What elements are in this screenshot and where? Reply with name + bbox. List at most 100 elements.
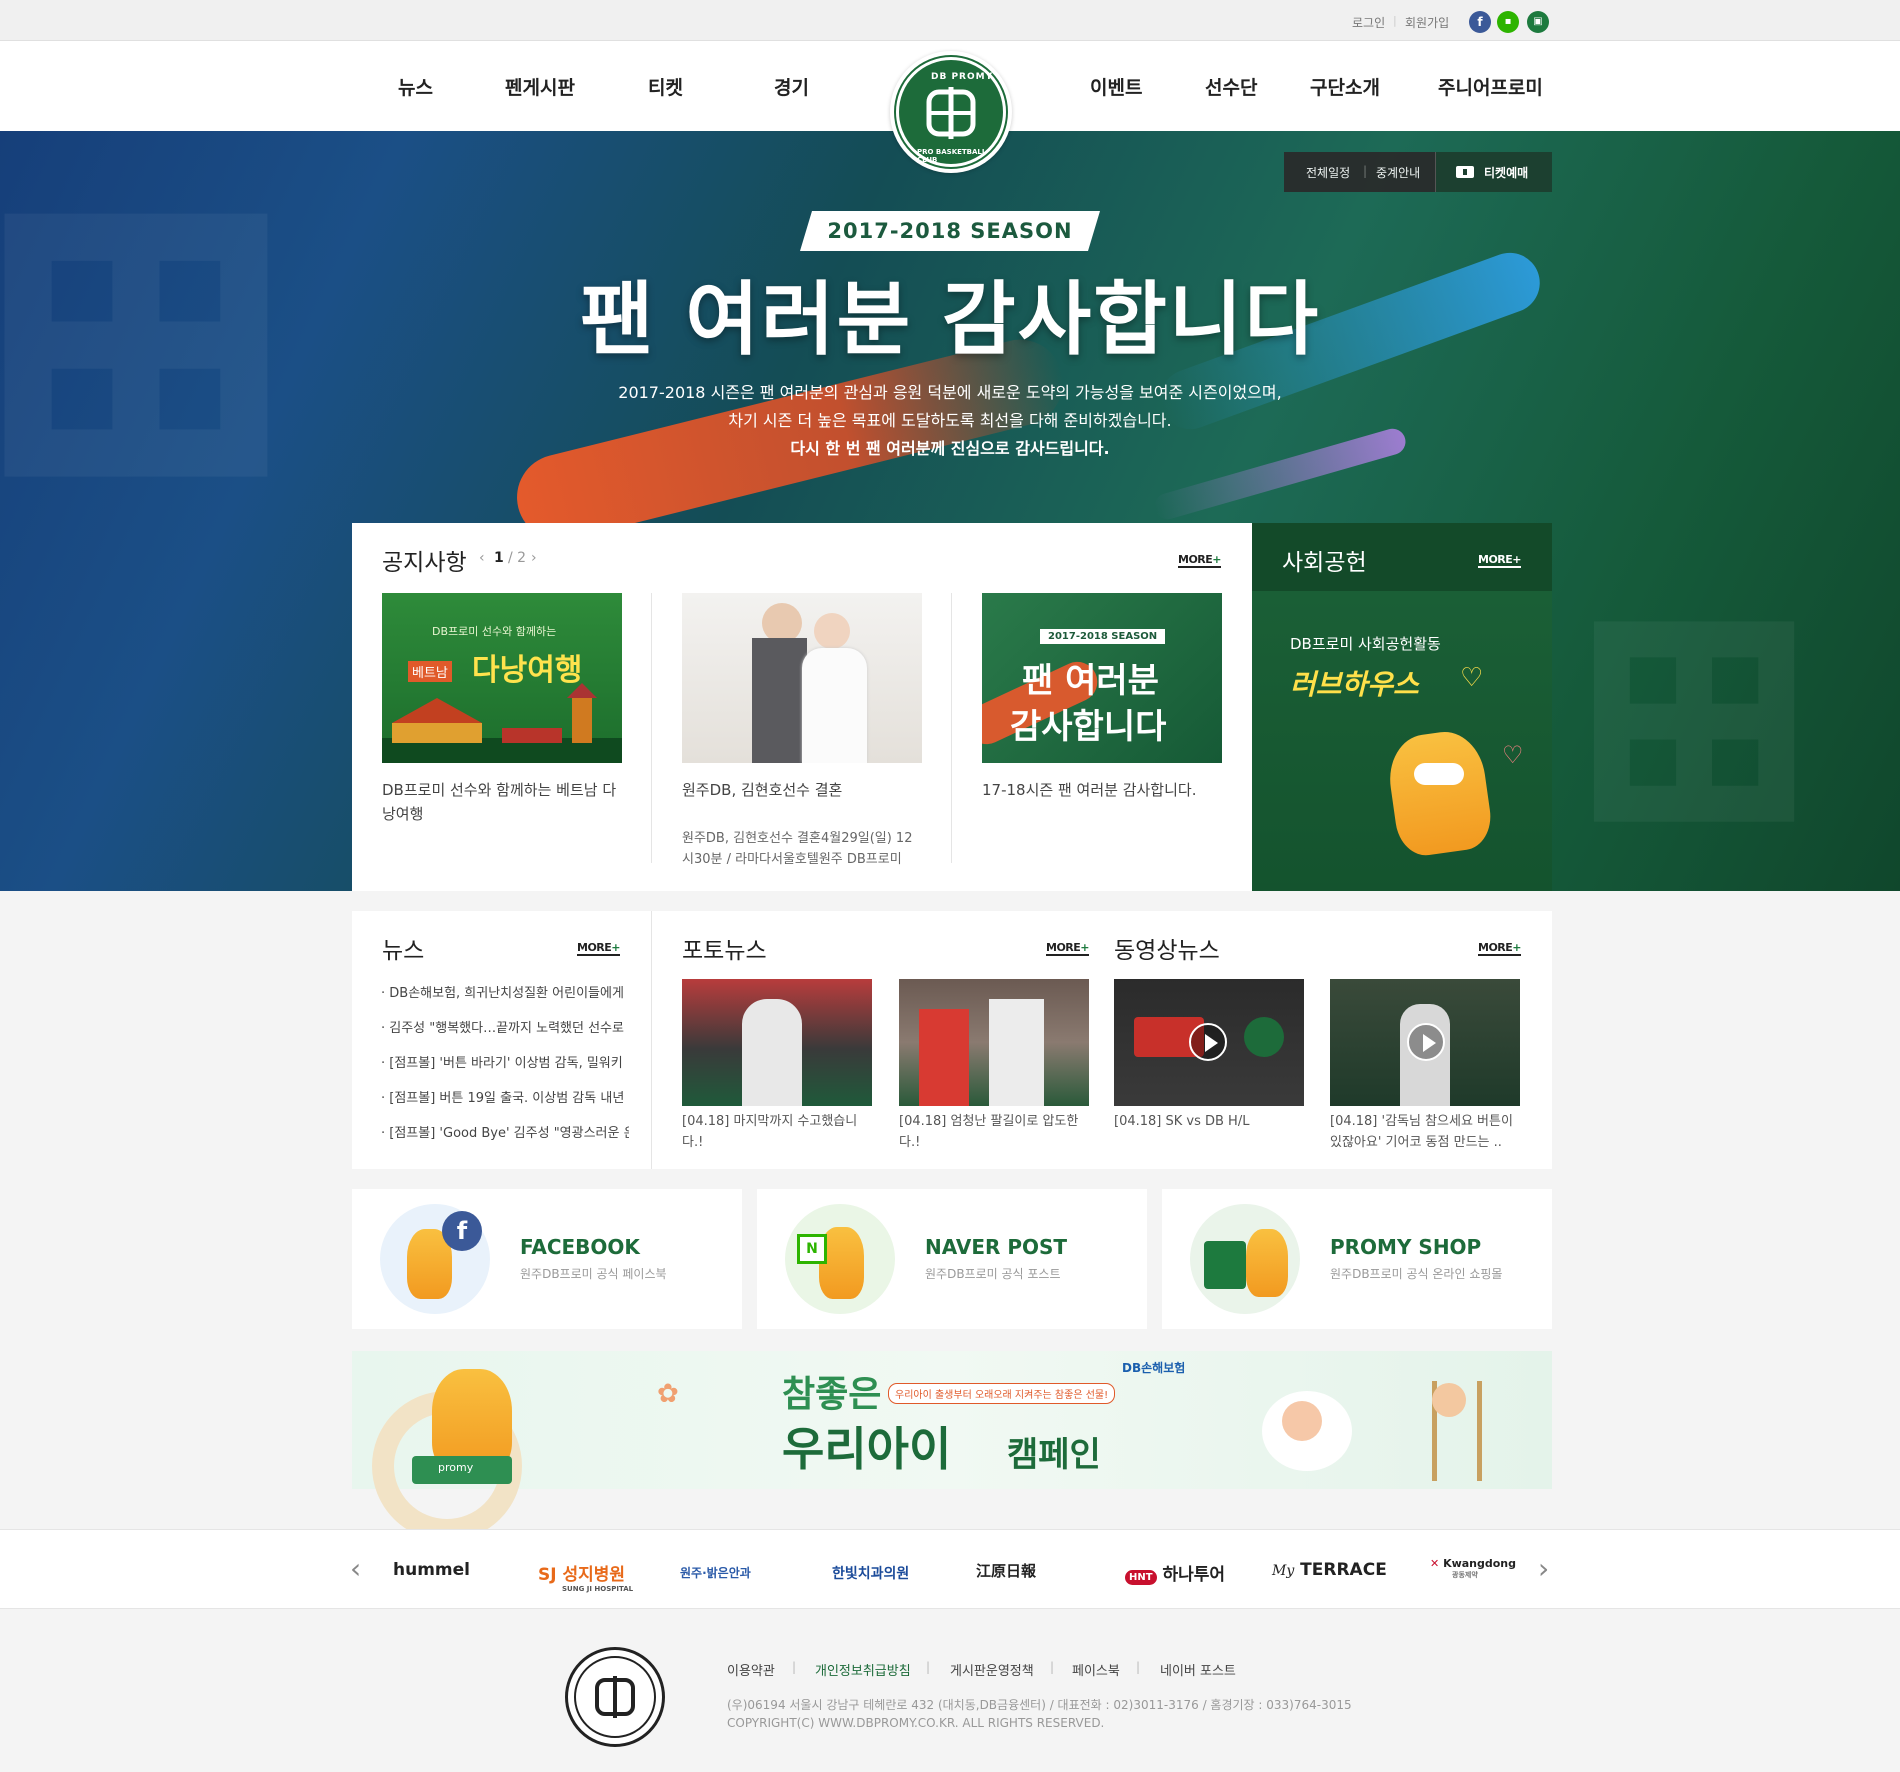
- promy-mascot: [1246, 1229, 1288, 1297]
- footer-link-board-policy[interactable]: 게시판운영정책: [950, 1660, 1034, 1679]
- video-news-title: 동영상뉴스: [1114, 938, 1220, 964]
- naver-post-icon[interactable]: ▪: [1497, 11, 1519, 33]
- play-icon[interactable]: [1407, 1023, 1445, 1061]
- partner-kangwon-ilbo[interactable]: 江原日報: [976, 1560, 1036, 1581]
- nav-players[interactable]: 선수단: [1205, 73, 1257, 100]
- nav-fanboard[interactable]: 펜게시판: [505, 73, 575, 100]
- chevron-left-icon[interactable]: ‹: [350, 1552, 361, 1585]
- nav-ticket[interactable]: 티켓: [648, 73, 683, 100]
- news-item-text: [점프볼] 'Good Bye' 김주성 "영광스러운 은퇴: [389, 1126, 629, 1141]
- next-page-icon[interactable]: ›: [531, 550, 537, 566]
- notice-thumb-danang[interactable]: DB프로미 선수와 함께하는 다낭여행 베트남: [382, 593, 622, 763]
- news-list-item[interactable]: · [점프볼] 'Good Bye' 김주성 "영광스러운 은퇴: [381, 1122, 629, 1141]
- footer-address: (우)06194 서울시 강남구 테헤란로 432 (대치동,DB금융센터) /…: [727, 1698, 1352, 1712]
- sns-desc: 원주DB프로미 공식 페이스북: [520, 1267, 667, 1281]
- campaign-banner[interactable]: promy ✿ 참좋은 우리아이 출생부터 오래오래 지켜주는 참좋은 선물! …: [352, 1351, 1552, 1541]
- naver-post-icon: N: [797, 1234, 827, 1264]
- photo-thumb-1[interactable]: [682, 979, 872, 1106]
- divider: |: [926, 1660, 931, 1674]
- nav-news[interactable]: 뉴스: [398, 73, 433, 100]
- divider: |: [1136, 1660, 1141, 1674]
- partner-hanbit[interactable]: 한빛치과의원: [832, 1563, 909, 1583]
- partner-name: Kwangdong: [1443, 1557, 1517, 1570]
- hero-title: 팬 여러분 감사합니다: [579, 273, 1321, 366]
- mascot-eyes: [1414, 763, 1464, 785]
- photo-thumb-2[interactable]: [899, 979, 1089, 1106]
- notice-thumb-thanks[interactable]: 2017-2018 SEASON 팬 여러분 감사합니다: [982, 593, 1222, 763]
- partner-badge: HNT: [1125, 1570, 1157, 1585]
- facebook-icon[interactable]: f: [1469, 11, 1491, 33]
- photo-more-link[interactable]: MORE+: [1046, 941, 1090, 956]
- photo-caption[interactable]: [04.18] 엄청난 팔길이로 압도한다.!: [899, 1111, 1089, 1153]
- prev-page-icon[interactable]: ‹: [479, 550, 485, 566]
- nav-club-intro[interactable]: 구단소개: [1310, 73, 1380, 100]
- partner-sungji[interactable]: SJ 성지병원 SUNG JI HOSPITAL: [538, 1560, 633, 1593]
- footer-link-terms[interactable]: 이용약관: [727, 1660, 775, 1679]
- ticket-booking-button[interactable]: 티켓예매: [1435, 152, 1552, 192]
- sns-desc: 원주DB프로미 공식 포스트: [925, 1267, 1061, 1281]
- notice-caption[interactable]: 17-18시즌 팬 여러분 감사합니다.: [982, 778, 1222, 802]
- page-current: 1: [494, 550, 504, 566]
- laptop-label: promy: [438, 1461, 474, 1474]
- season-badge: 2017-2018 SEASON: [800, 211, 1100, 251]
- notice-thumb-wedding[interactable]: [682, 593, 922, 763]
- facebook-card[interactable]: f FACEBOOK 원주DB프로미 공식 페이스북: [352, 1189, 742, 1329]
- partner-subtext: SUNG JI HOSPITAL: [562, 1585, 634, 1593]
- video-caption[interactable]: [04.18] SK vs DB H/L: [1114, 1111, 1304, 1132]
- naver-post-card[interactable]: N NAVER POST 원주DB프로미 공식 포스트: [757, 1189, 1147, 1329]
- footer-link-privacy[interactable]: 개인정보취급방침: [815, 1660, 911, 1679]
- partner-hanatour[interactable]: HNT 하나투어: [1125, 1560, 1225, 1585]
- news-list-item[interactable]: · [점프볼] '버튼 바라기' 이상범 감독, 밀워키: [381, 1052, 629, 1071]
- footer-logo: [565, 1647, 665, 1747]
- thumb-text: DB프로미 선수와 함께하는: [432, 625, 557, 638]
- temple-illustration: [382, 683, 622, 763]
- thumb-text: 2017-2018 SEASON: [1040, 629, 1166, 644]
- join-link[interactable]: 회원가입: [1405, 14, 1449, 31]
- partner-eye-clinic[interactable]: 원주·밝은안과: [680, 1564, 751, 1581]
- news-list-item[interactable]: · DB손해보험, 희귀난치성질환 어린이들에게: [381, 982, 629, 1001]
- nav-events[interactable]: 이벤트: [1090, 73, 1142, 100]
- video-thumb-1[interactable]: [1114, 979, 1304, 1106]
- more-label: MORE: [1478, 553, 1513, 566]
- full-schedule-link[interactable]: 전체일정: [1306, 164, 1350, 181]
- baby-figure: [1282, 1401, 1322, 1441]
- news-list-item[interactable]: · 김주성 "행복했다…끝까지 노력했던 선수로: [381, 1017, 629, 1036]
- partner-logos: ‹ hummel SJ 성지병원 SUNG JI HOSPITAL 원주·밝은안과…: [0, 1529, 1900, 1609]
- news-more-link[interactable]: MORE+: [577, 941, 621, 956]
- social-contribution-panel[interactable]: 사회공헌 MORE+ DB프로미 사회공헌활동 러브하우스 ♡ ♡: [1252, 523, 1552, 891]
- footer-link-naver-post[interactable]: 네이버 포스트: [1160, 1660, 1236, 1679]
- divider: |: [1393, 14, 1397, 27]
- notice-more-link[interactable]: MORE+: [1178, 553, 1222, 568]
- play-icon[interactable]: [1189, 1023, 1227, 1061]
- news-list-item[interactable]: · [점프볼] 버튼 19일 출국. 이상범 감독 내년: [381, 1087, 629, 1106]
- video-thumb-2[interactable]: [1330, 979, 1520, 1106]
- footer-link-facebook[interactable]: 페이스북: [1072, 1660, 1120, 1679]
- promy-shop-card[interactable]: PROMY SHOP 원주DB프로미 공식 온라인 쇼핑몰: [1162, 1189, 1552, 1329]
- sns-desc: 원주DB프로미 공식 온라인 쇼핑몰: [1330, 1267, 1503, 1281]
- video-more-link[interactable]: MORE+: [1478, 941, 1522, 956]
- groom-suit: [752, 638, 807, 763]
- news-item-text: 김주성 "행복했다…끝까지 노력했던 선수로: [389, 1021, 624, 1036]
- divider: [951, 593, 952, 863]
- partner-terrace[interactable]: My TERRACE: [1272, 1560, 1387, 1580]
- notice-caption[interactable]: 원주DB, 김현호선수 결혼: [682, 778, 922, 802]
- flower-icon: ✿: [657, 1379, 679, 1409]
- login-link[interactable]: 로그인: [1352, 14, 1385, 31]
- video-caption[interactable]: [04.18] '감독님 참으세요 버튼이 있잖아요' 기어코 동점 만드는 .…: [1330, 1111, 1520, 1153]
- photo-caption[interactable]: [04.18] 마지막까지 수고했습니다.!: [682, 1111, 872, 1153]
- partner-kwangdong[interactable]: ✕ Kwangdong 광동제약: [1430, 1557, 1516, 1580]
- broadcast-link[interactable]: 중계안내: [1376, 164, 1420, 181]
- thumb-text: 팬 여러분: [1022, 661, 1159, 701]
- nav-junior-promy[interactable]: 주니어프로미: [1438, 73, 1543, 100]
- partner-hummel[interactable]: hummel: [393, 1560, 470, 1580]
- facebook-icon: f: [442, 1211, 482, 1251]
- club-logo[interactable]: DB PROMY PRO BASKETBALL CLUB: [890, 51, 1012, 173]
- shop-icon[interactable]: ▣: [1527, 11, 1549, 33]
- nav-games[interactable]: 경기: [774, 73, 809, 100]
- social-more-link[interactable]: MORE+: [1478, 553, 1522, 568]
- campaign-line2: 우리아이: [782, 1422, 952, 1476]
- chevron-right-icon[interactable]: ›: [1538, 1552, 1549, 1585]
- notice-caption[interactable]: DB프로미 선수와 함께하는 베트남 다낭여행: [382, 778, 622, 826]
- player-figure: [919, 1009, 969, 1106]
- footer: 이용약관 | 개인정보취급방침 | 게시판운영정책 | 페이스북 | 네이버 포…: [0, 1610, 1900, 1772]
